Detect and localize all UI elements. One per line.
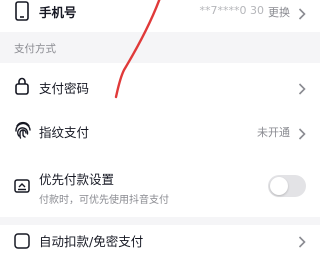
chevron-right-icon: [298, 233, 306, 252]
phone-value: **7****0 30: [199, 4, 265, 17]
priority-pay-subtitle: 付款时，可优先使用抖音支付: [39, 195, 169, 206]
payment-password-label: 支付密码: [39, 81, 90, 96]
section-title-payment: 支付方式: [14, 43, 56, 55]
chevron-right-icon: [298, 80, 306, 99]
lock-icon: [14, 77, 30, 99]
toggle-knob: [270, 177, 288, 195]
fingerprint-pay-row[interactable]: 指纹支付 未开通: [0, 109, 320, 151]
autodebit-row[interactable]: 自动扣款/免密支付: [0, 225, 320, 265]
phone-row[interactable]: 手机号 **7****0 30 更换: [0, 0, 320, 32]
fingerprint-pay-label: 指纹支付: [39, 125, 90, 140]
phone-icon: [14, 1, 30, 25]
chevron-right-icon: [298, 125, 306, 144]
fingerprint-status: 未开通: [257, 126, 290, 139]
fingerprint-icon: [14, 120, 32, 144]
priority-pay-row: 优先付款设置 付款时，可优先使用抖音支付: [0, 151, 320, 217]
chevron-right-icon: [298, 5, 306, 24]
phone-label: 手机号: [39, 5, 77, 20]
autodebit-icon: [14, 233, 30, 253]
priority-pay-label: 优先付款设置: [39, 172, 115, 187]
payment-password-row[interactable]: 支付密码: [0, 63, 320, 109]
phone-change-link[interactable]: 更换: [268, 4, 290, 20]
priority-pay-toggle[interactable]: [268, 175, 306, 197]
autodebit-label: 自动扣款/免密支付: [39, 234, 144, 249]
wallet-icon: [14, 178, 30, 197]
